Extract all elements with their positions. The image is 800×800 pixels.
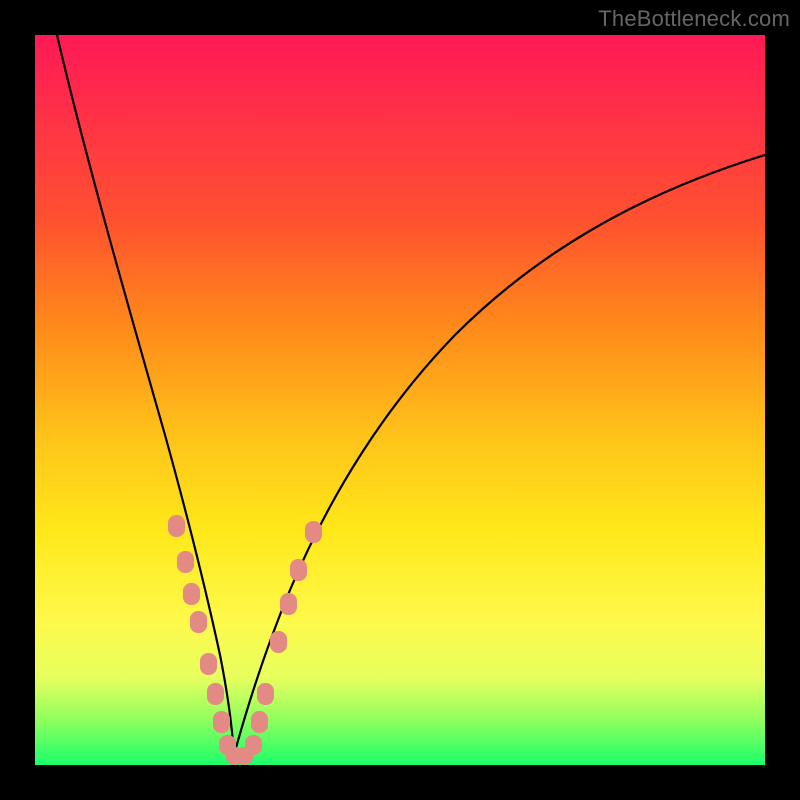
- marker-dot: [290, 559, 307, 581]
- watermark-text: TheBottleneck.com: [598, 6, 790, 32]
- marker-dot: [213, 711, 230, 733]
- marker-dot: [245, 735, 262, 755]
- marker-dot: [177, 551, 194, 573]
- marker-dot: [168, 515, 185, 537]
- chart-frame: TheBottleneck.com: [0, 0, 800, 800]
- curve-right-branch: [234, 155, 765, 755]
- marker-dot: [280, 593, 297, 615]
- marker-group: [168, 515, 322, 765]
- marker-dot: [183, 583, 200, 605]
- marker-dot: [190, 611, 207, 633]
- curve-left-branch: [57, 35, 234, 755]
- curve-svg: [35, 35, 765, 765]
- plot-area: [35, 35, 765, 765]
- marker-dot: [270, 631, 287, 653]
- marker-dot: [305, 521, 322, 543]
- marker-dot: [207, 683, 224, 705]
- marker-dot: [200, 653, 217, 675]
- marker-dot: [251, 711, 268, 733]
- marker-dot: [257, 683, 274, 705]
